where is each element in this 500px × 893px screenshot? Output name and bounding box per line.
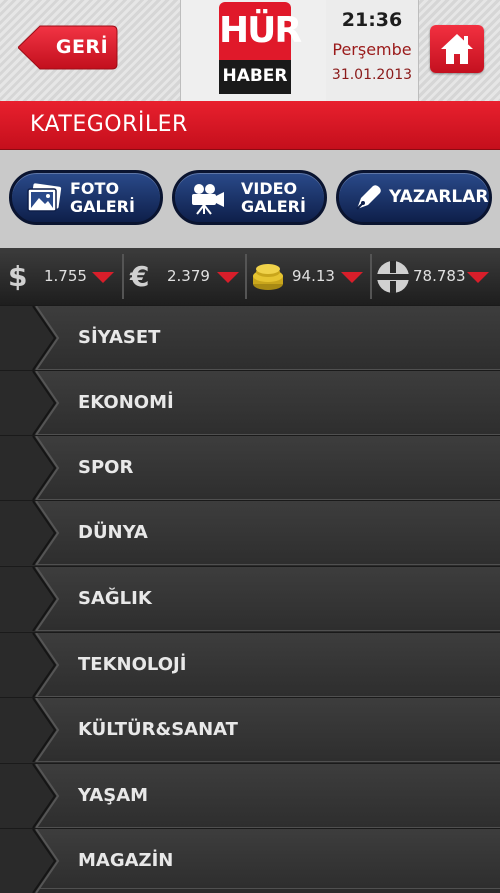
shortcut-buttons: FOTO GALERİ VIDEO GALERİ YAZARLAR: [0, 150, 500, 248]
chevron-right-icon: [0, 501, 60, 565]
photo-gallery-label-2: GALERİ: [70, 197, 135, 216]
list-item[interactable]: DÜNYA: [0, 500, 500, 565]
category-list: SİYASET EKONOMİ SPOR DÜNYA SAĞLIK TEKNOLOJİ KÜ…: [0, 305, 500, 893]
hur-haber-logo: HÜR HABER: [219, 2, 302, 98]
currency-ticker: $ 1.755 € 2.379 94.13 78.783: [0, 248, 500, 305]
video-camera-icon: [192, 184, 224, 215]
list-item-label: DÜNYA: [78, 522, 148, 543]
euro-down-arrow-icon: [217, 272, 239, 283]
list-item[interactable]: SİYASET: [0, 305, 500, 370]
logo-area: HÜR HABER: [180, 0, 327, 101]
video-gallery-label-2: GALERİ: [241, 197, 306, 216]
authors-label: YAZARLAR: [389, 187, 489, 207]
list-item-label: YAŞAM: [78, 785, 149, 806]
back-button[interactable]: GERİ: [18, 25, 118, 70]
index-down-arrow-icon: [467, 272, 489, 283]
gold-down-arrow-icon: [341, 272, 363, 283]
dollar-value: 1.755: [44, 267, 87, 285]
gold-value: 94.13: [292, 267, 335, 285]
list-item[interactable]: YAŞAM: [0, 763, 500, 828]
video-gallery-button[interactable]: VIDEO GALERİ: [172, 170, 327, 225]
chevron-right-icon: [0, 306, 60, 370]
category-bar: KATEGORİLER: [0, 101, 500, 151]
chevron-right-icon: [0, 698, 60, 762]
list-item[interactable]: KÜLTÜR&SANAT: [0, 697, 500, 762]
chevron-right-icon: [0, 829, 60, 893]
chevron-right-icon: [0, 436, 60, 500]
dollar-icon: $: [8, 260, 28, 293]
photo-icon: [27, 183, 62, 212]
day-label: Perşembe: [332, 40, 412, 59]
list-item[interactable]: TEKNOLOJİ: [0, 632, 500, 697]
list-item-label: EKONOMİ: [78, 392, 174, 413]
list-item-label: SPOR: [78, 457, 134, 478]
divider: [245, 254, 247, 299]
chevron-right-icon: [0, 371, 60, 435]
list-item[interactable]: SPOR: [0, 435, 500, 500]
photo-gallery-button[interactable]: FOTO GALERİ: [9, 170, 163, 225]
chevron-right-icon: [0, 633, 60, 697]
euro-icon: €: [130, 260, 150, 293]
dollar-down-arrow-icon: [92, 272, 114, 283]
list-item[interactable]: SAĞLIK: [0, 566, 500, 631]
photo-gallery-label-1: FOTO: [70, 179, 120, 198]
gold-icon: [253, 264, 283, 290]
category-title: KATEGORİLER: [30, 112, 188, 137]
home-icon: [441, 34, 473, 64]
list-item-label: MAGAZİN: [78, 850, 174, 871]
app-header: GERİ HÜR HABER 21:36 Perşembe 31.01.2013: [0, 0, 500, 101]
list-item[interactable]: MAGAZİN: [0, 828, 500, 893]
clock-panel: 21:36 Perşembe 31.01.2013: [326, 0, 419, 101]
date-label: 31.01.2013: [331, 67, 413, 83]
divider: [122, 254, 124, 299]
list-item-label: SAĞLIK: [78, 588, 152, 609]
authors-button[interactable]: YAZARLAR: [336, 170, 492, 225]
pen-icon: [356, 185, 381, 210]
chevron-right-icon: [0, 764, 60, 828]
list-item-label: SİYASET: [78, 327, 161, 348]
divider: [370, 254, 372, 299]
list-item-label: TEKNOLOJİ: [78, 654, 187, 675]
time-label: 21:36: [341, 9, 403, 31]
euro-value: 2.379: [167, 267, 210, 285]
chevron-right-icon: [0, 567, 60, 631]
list-item[interactable]: EKONOMİ: [0, 370, 500, 435]
video-gallery-label-1: VIDEO: [241, 179, 298, 198]
home-button[interactable]: [430, 25, 484, 73]
back-label: GERİ: [55, 36, 109, 58]
index-value: 78.783: [413, 267, 466, 285]
list-item-label: KÜLTÜR&SANAT: [78, 719, 238, 740]
stock-index-icon: [377, 261, 409, 293]
